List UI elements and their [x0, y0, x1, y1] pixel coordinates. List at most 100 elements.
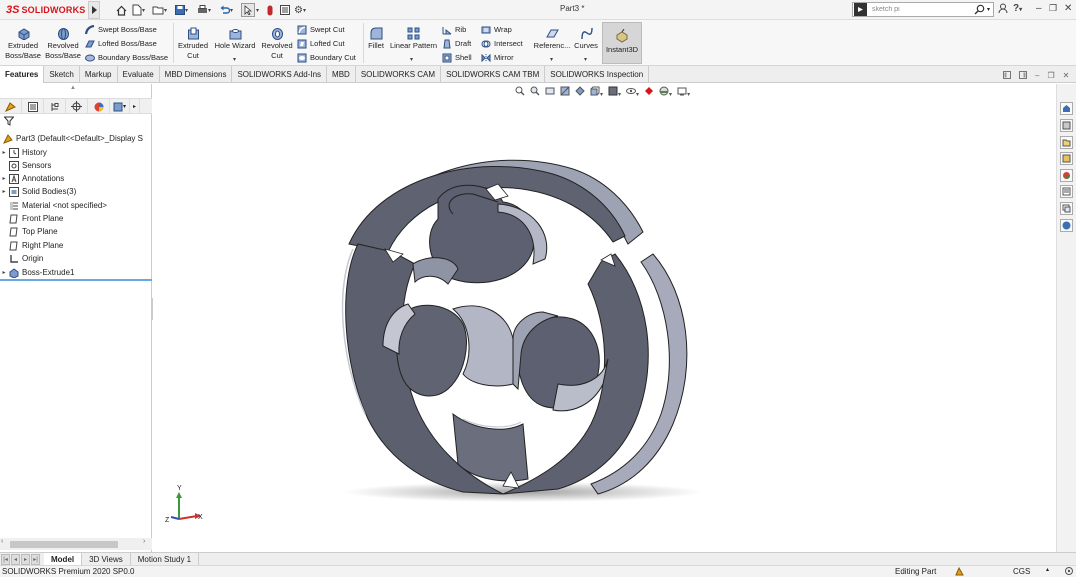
tab-sketch[interactable]: Sketch [44, 66, 80, 83]
search-box[interactable]: ▾ [852, 2, 994, 17]
rebuild-status-icon[interactable] [955, 566, 965, 578]
tree-item-front-plane[interactable]: Front Plane [0, 212, 63, 225]
zoom-to-area-icon[interactable] [530, 86, 540, 98]
options-gear-icon[interactable]: ⚙ ▾ [294, 3, 306, 17]
configuration-manager-tab[interactable] [44, 99, 66, 114]
tab-features[interactable]: Features [0, 66, 45, 83]
revolved-cut-button[interactable]: Revolved Cut [259, 22, 295, 61]
tree-item-top-plane[interactable]: Top Plane [0, 225, 58, 238]
last-tab-icon[interactable]: ▸| [31, 554, 40, 565]
panel-tabs-next-icon[interactable]: ▸ [130, 99, 140, 114]
property-manager-tab[interactable] [22, 99, 44, 114]
horizontal-scrollbar[interactable]: ‹ › [0, 538, 152, 550]
apply-scene-icon[interactable]: ▾ [659, 86, 672, 98]
instant3d-button[interactable]: Instant3D [602, 22, 642, 64]
tree-item-sensors[interactable]: Sensors [0, 159, 51, 172]
cam-tab[interactable]: ▾ [110, 99, 130, 114]
custom-properties-icon[interactable] [1060, 185, 1073, 198]
reference-geometry-button[interactable]: Referenc... [533, 22, 571, 51]
wrap-button[interactable]: Wrap [481, 23, 512, 36]
view-orientation-icon[interactable]: ▾ [590, 86, 603, 98]
tab-markup[interactable]: Markup [80, 66, 118, 83]
expand-icon[interactable]: ▸ [0, 149, 8, 156]
tree-item-solid-bodies[interactable]: ▸ Solid Bodies(3) [0, 185, 76, 198]
swept-cut-button[interactable]: Swept Cut [297, 23, 345, 36]
revolved-boss-button[interactable]: Revolved Boss/Base [45, 22, 81, 61]
dropdown-arrow-icon[interactable]: ▾ [256, 3, 259, 17]
tab-solidworks-inspection[interactable]: SOLIDWORKS Inspection [545, 66, 650, 83]
shell-button[interactable]: Shell [442, 51, 472, 64]
tree-item-history[interactable]: ▸ History [0, 146, 47, 159]
solidworks-logo[interactable]: 3S SOLIDWORKS [6, 3, 85, 17]
hole-wizard-button[interactable]: Hole Wizard [213, 22, 257, 51]
expand-icon[interactable]: ▸ [0, 269, 8, 276]
zoom-to-fit-icon[interactable] [515, 86, 525, 98]
file-properties-icon[interactable] [280, 3, 290, 17]
expand-icon[interactable]: ▸ [0, 175, 8, 182]
dimxpert-tab[interactable] [66, 99, 88, 114]
draft-button[interactable]: Draft [442, 37, 471, 50]
previous-tab-icon[interactable]: ◂ [11, 554, 20, 565]
tab-solidworks-add-ins[interactable]: SOLIDWORKS Add-Ins [232, 66, 328, 83]
tile-vertical-icon[interactable] [1019, 71, 1027, 81]
save-icon[interactable]: ▾ [175, 3, 188, 17]
mirror-button[interactable]: Mirror [481, 51, 514, 64]
scrollbar-thumb[interactable] [10, 541, 118, 548]
section-view-icon[interactable] [560, 86, 570, 98]
extruded-cut-button[interactable]: Extruded Cut [177, 22, 209, 61]
tab-mbd-dimensions[interactable]: MBD Dimensions [160, 66, 233, 83]
file-explorer-icon[interactable] [1060, 136, 1073, 149]
tab-mbd[interactable]: MBD [327, 66, 356, 83]
units-dropdown-icon[interactable]: ▴ [1046, 566, 1049, 573]
scroll-right-icon[interactable]: › [143, 538, 145, 545]
help-icon[interactable]: ?▾ [1013, 3, 1022, 14]
boundary-cut-button[interactable]: Boundary Cut [297, 51, 356, 64]
close-icon[interactable]: ✕ [1064, 3, 1072, 14]
rollback-bar[interactable] [0, 279, 152, 281]
forum-icon[interactable] [1060, 202, 1073, 215]
search-icon[interactable] [974, 4, 985, 15]
tab-solidworks-cam-tbm[interactable]: SOLIDWORKS CAM TBM [441, 66, 546, 83]
linear-pattern-button[interactable]: Linear Pattern [389, 22, 438, 51]
intersect-button[interactable]: Intersect [481, 37, 523, 50]
tree-item-origin[interactable]: Origin [0, 252, 43, 265]
dynamic-annotation-icon[interactable] [575, 86, 585, 98]
swept-boss-button[interactable]: Swept Boss/Base [85, 23, 157, 36]
tab-evaluate[interactable]: Evaluate [118, 66, 160, 83]
tree-item-right-plane[interactable]: Right Plane [0, 239, 63, 252]
open-folder-icon[interactable]: ▾ [152, 3, 167, 17]
reference-dropdown-icon[interactable]: ▾ [550, 56, 553, 63]
design-library-icon[interactable] [1060, 119, 1073, 132]
3dexperience-icon[interactable] [1060, 219, 1073, 232]
viewport-minimize-icon[interactable]: – [1035, 71, 1039, 81]
viewport-restore-icon[interactable]: ❐ [1047, 71, 1054, 81]
curves-button[interactable]: Curves [574, 22, 598, 51]
linear-pattern-dropdown-icon[interactable]: ▾ [410, 56, 413, 63]
tree-item-boss-extrude1[interactable]: ▸ Boss-Extrude1 [0, 266, 74, 279]
view-palette-icon[interactable] [1060, 152, 1073, 165]
search-dropdown-icon[interactable]: ▾ [987, 6, 990, 13]
user-account-icon[interactable] [998, 3, 1008, 17]
fillet-button[interactable]: Fillet [366, 22, 386, 51]
restore-icon[interactable]: ❐ [1049, 3, 1057, 14]
graphics-area[interactable]: Y X Z [153, 84, 1056, 552]
lofted-boss-button[interactable]: Lofted Boss/Base [85, 37, 157, 50]
undo-icon[interactable]: ▾ [220, 3, 233, 17]
search-input[interactable] [872, 6, 968, 13]
tree-root-part[interactable]: Part3 (Default<<Default>_Display S [2, 132, 143, 145]
display-style-icon[interactable]: ▾ [608, 86, 621, 98]
edit-appearance-icon[interactable] [644, 86, 654, 98]
display-manager-tab[interactable] [88, 99, 110, 114]
tree-item-annotations[interactable]: ▸ Annotations [0, 172, 64, 185]
unit-system[interactable]: CGS [1013, 567, 1030, 576]
filter-icon[interactable] [3, 116, 15, 129]
appearances-icon[interactable] [1060, 169, 1073, 182]
expand-icon[interactable]: ▸ [0, 188, 8, 195]
previous-view-icon[interactable] [545, 86, 555, 98]
scroll-left-icon[interactable]: ‹ [1, 538, 3, 545]
minimize-icon[interactable]: – [1036, 3, 1042, 14]
select-arrow-icon[interactable] [241, 3, 255, 17]
menu-expand-arrow[interactable] [88, 1, 100, 19]
print-icon[interactable]: ▾ [197, 3, 211, 17]
hole-wizard-dropdown-icon[interactable]: ▾ [233, 56, 236, 63]
